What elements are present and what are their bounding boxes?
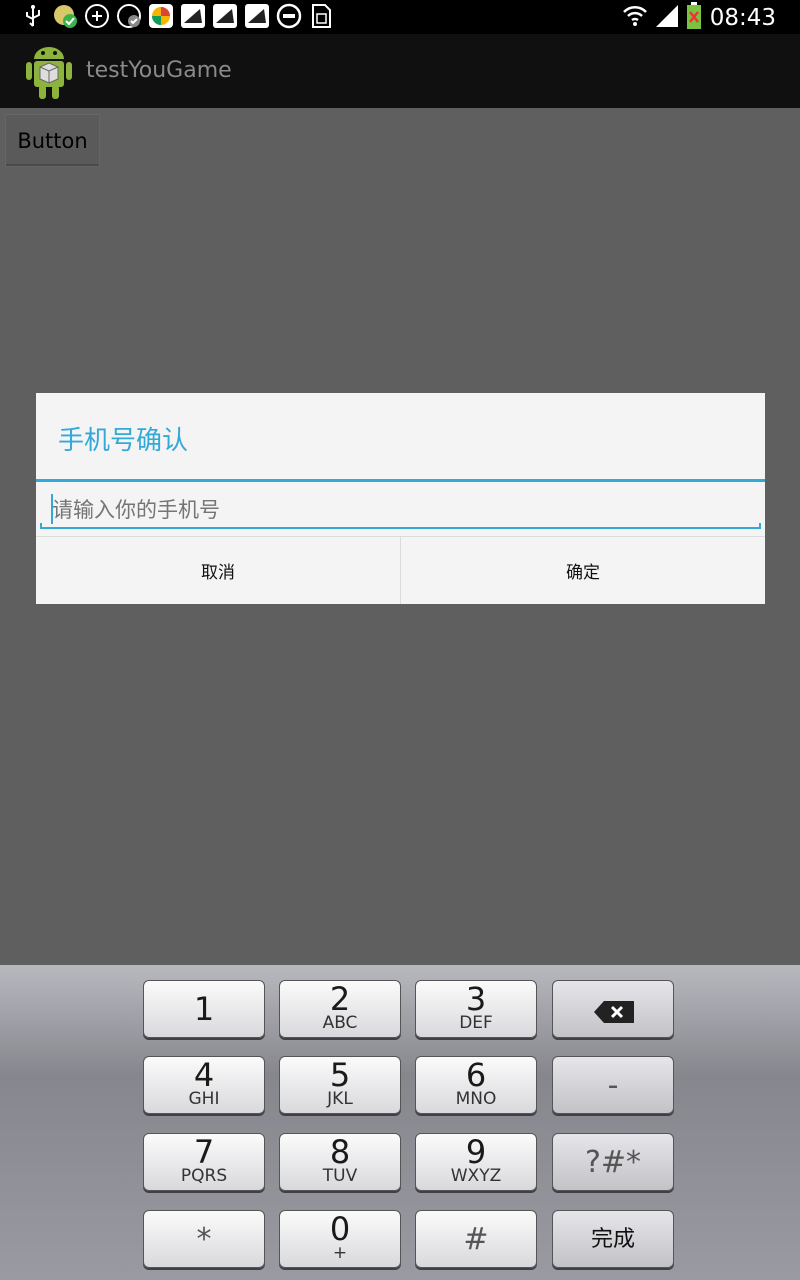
bird-icon [244, 3, 270, 29]
symbols-key[interactable]: ?#* [552, 1133, 674, 1191]
key-2[interactable]: 2 ABC [279, 980, 401, 1038]
status-bar: 08:43 [0, 0, 800, 34]
key-letters: MNO [455, 1089, 497, 1109]
key-letters: JKL [327, 1089, 353, 1109]
key-1[interactable]: 1 [143, 980, 265, 1038]
key-letters: + [332, 1243, 348, 1263]
done-label: 完成 [590, 1227, 635, 1252]
bird-icon [180, 3, 206, 29]
numeric-keypad: 1 2 ABC 3 DEF 4 GHI 5 JKL 6 MNO - 7 PQRS… [0, 965, 800, 1280]
backspace-key[interactable] [552, 980, 674, 1038]
key-digit: 2 [329, 980, 351, 1018]
key-symbol: - [607, 1068, 619, 1103]
app-title: testYouGame [86, 58, 232, 83]
key-symbol: # [463, 1222, 489, 1257]
key-digit: 7 [193, 1133, 215, 1171]
signal-icon [654, 3, 680, 33]
dialog-button-bar: 取消 确定 [36, 536, 765, 604]
key-letters: ABC [322, 1013, 358, 1033]
backspace-icon [594, 1001, 634, 1027]
action-bar: testYouGame [0, 34, 800, 108]
usb-icon [20, 3, 46, 29]
bubble-icon [84, 3, 110, 29]
key-letters: WXYZ [450, 1166, 502, 1186]
key-digit: 9 [465, 1133, 487, 1171]
text-cursor [51, 494, 53, 524]
battery-icon [686, 2, 702, 34]
android-app-icon[interactable] [22, 41, 76, 101]
app-notify-icon [52, 3, 78, 29]
bird-icon [212, 3, 238, 29]
system-icons: 08:43 [622, 2, 776, 34]
dialog-title-divider [36, 479, 765, 482]
wifi-icon [622, 3, 648, 33]
confirm-button[interactable]: 确定 [400, 537, 765, 604]
key-8[interactable]: 8 TUV [279, 1133, 401, 1191]
colorful-app-icon [148, 3, 174, 29]
key-4[interactable]: 4 GHI [143, 1056, 265, 1114]
key-symbol: ?#* [584, 1145, 642, 1180]
key-digit: 0 [329, 1210, 351, 1248]
done-key[interactable]: 完成 [552, 1210, 674, 1268]
key-hash[interactable]: # [415, 1210, 537, 1268]
key-star[interactable]: * [143, 1210, 265, 1268]
key-9[interactable]: 9 WXYZ [415, 1133, 537, 1191]
bubble-check-icon [116, 3, 142, 29]
key-6[interactable]: 6 MNO [415, 1056, 537, 1114]
key-5[interactable]: 5 JKL [279, 1056, 401, 1114]
key-letters: TUV [322, 1166, 358, 1186]
dash-key[interactable]: - [552, 1056, 674, 1114]
clock: 08:43 [709, 5, 776, 31]
key-digit: 1 [193, 990, 215, 1028]
main-button[interactable]: Button [5, 114, 100, 167]
notification-icons [20, 3, 334, 29]
key-7[interactable]: 7 PQRS [143, 1133, 265, 1191]
key-letters: DEF [459, 1013, 493, 1033]
key-3[interactable]: 3 DEF [415, 980, 537, 1038]
do-not-disturb-icon [276, 3, 302, 29]
key-digit: 6 [465, 1056, 487, 1094]
sim-card-icon [308, 3, 334, 29]
phone-number-input[interactable] [40, 491, 761, 529]
phone-confirm-dialog: 手机号确认 取消 确定 [36, 393, 765, 604]
key-digit: 5 [329, 1056, 351, 1094]
dialog-title: 手机号确认 [58, 426, 189, 456]
key-letters: PQRS [180, 1166, 228, 1186]
input-underline [40, 523, 761, 529]
key-letters: GHI [188, 1089, 220, 1109]
key-digit: 3 [465, 980, 487, 1018]
key-digit: 8 [329, 1133, 351, 1171]
key-digit: 4 [193, 1056, 215, 1094]
key-0[interactable]: 0 + [279, 1210, 401, 1268]
cancel-button[interactable]: 取消 [36, 537, 400, 604]
key-symbol: * [196, 1222, 212, 1257]
